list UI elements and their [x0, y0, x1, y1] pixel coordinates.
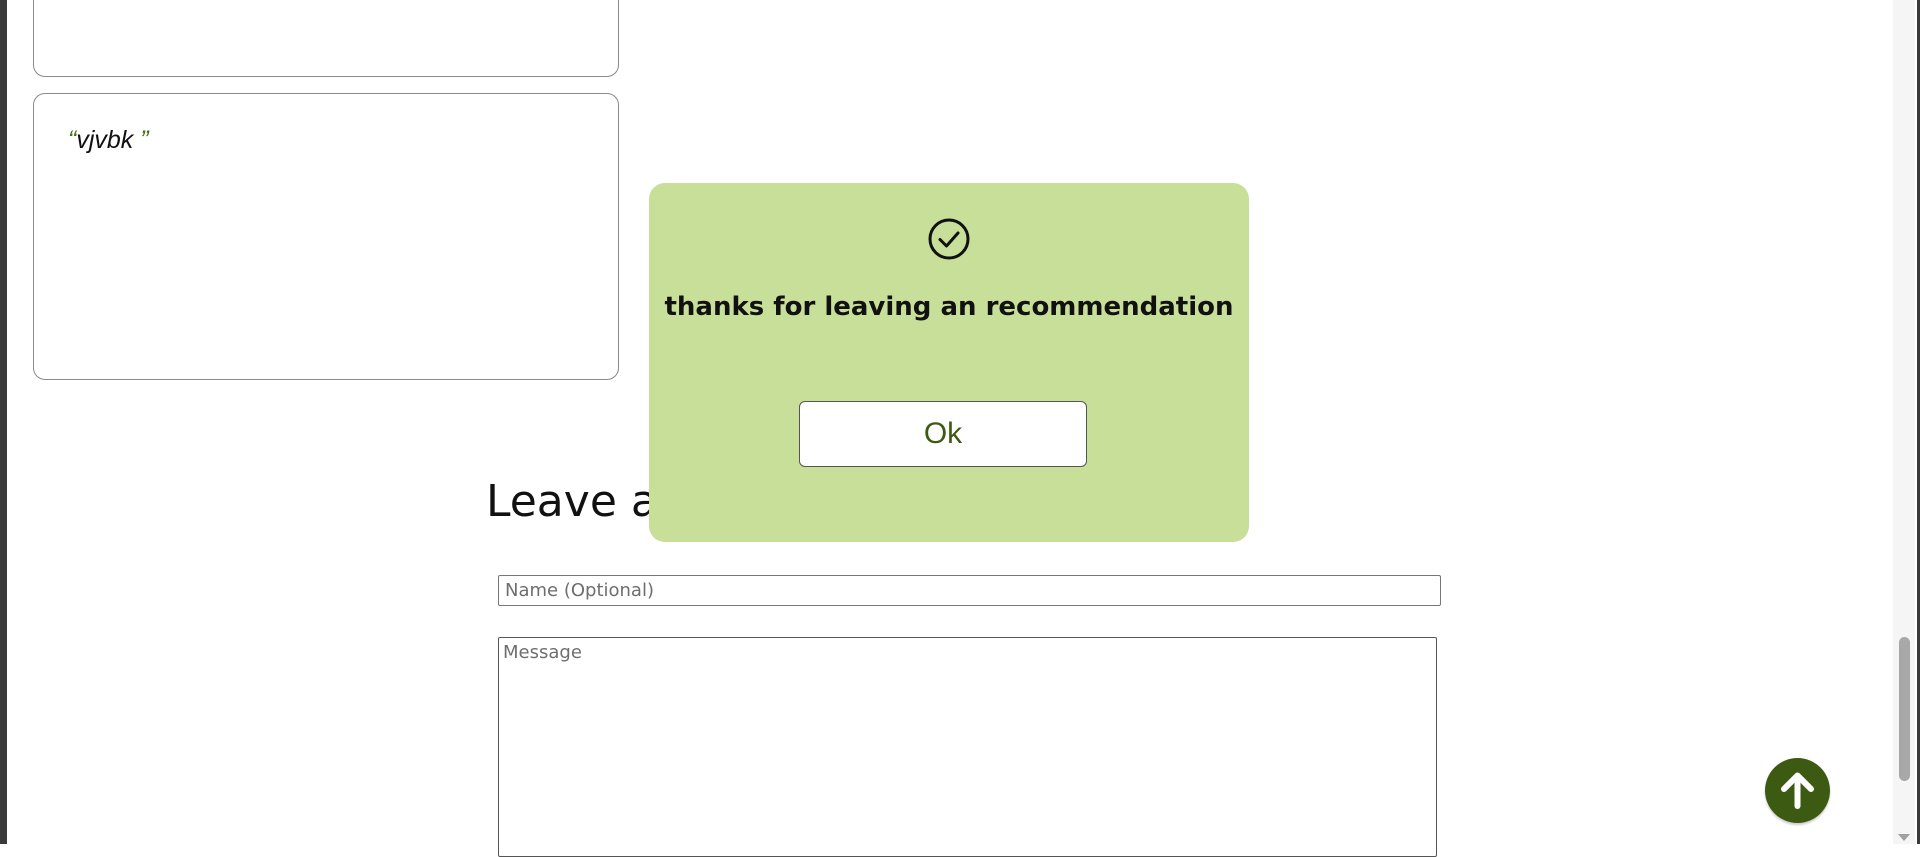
check-circle-icon: [928, 218, 970, 260]
scroll-to-top-button[interactable]: [1765, 758, 1830, 823]
confirmation-modal: thanks for leaving an recommendation Ok: [649, 183, 1249, 542]
modal-message: thanks for leaving an recommendation: [664, 292, 1234, 322]
page-scrollbar[interactable]: [1893, 0, 1915, 844]
scrollbar-thumb[interactable]: [1899, 637, 1910, 781]
recommendation-quote: “vjvbk ”: [68, 126, 149, 155]
recommendation-text: vjvbk: [76, 126, 141, 154]
recommendation-card: [33, 0, 619, 77]
name-input[interactable]: [498, 575, 1441, 606]
recommendation-card: “vjvbk ”: [33, 93, 619, 380]
scroll-down-arrow-icon[interactable]: [1898, 834, 1910, 841]
form-title: Leave a: [486, 476, 658, 527]
window-frame-left: [0, 0, 7, 844]
ok-button[interactable]: Ok: [799, 401, 1087, 467]
close-quote-mark: ”: [140, 126, 149, 154]
message-input[interactable]: [498, 637, 1437, 857]
arrow-up-icon: [1781, 772, 1814, 809]
